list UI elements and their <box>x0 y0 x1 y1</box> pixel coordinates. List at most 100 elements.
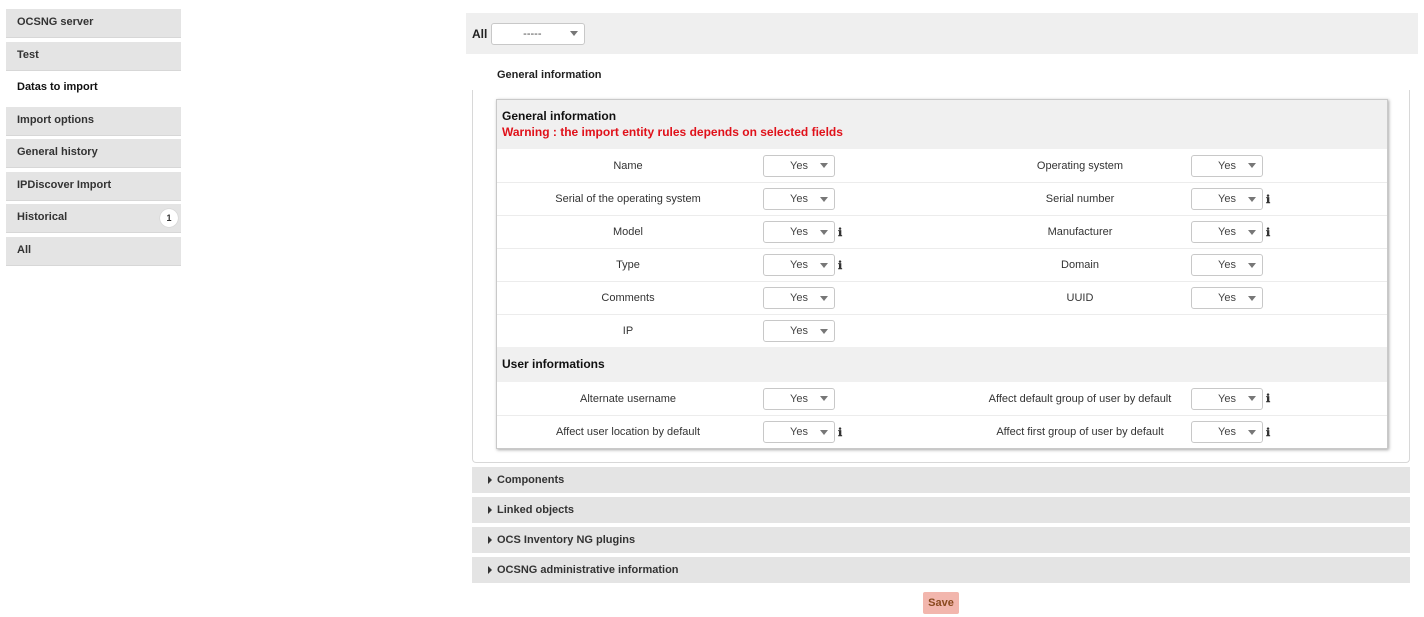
save-button[interactable]: Save <box>923 592 959 614</box>
field-label-model: Model <box>613 226 643 238</box>
field-label-operating-system: Operating system <box>1036 159 1124 172</box>
select-value: Yes <box>1218 226 1236 238</box>
sidebar-item-ipdiscover-import[interactable]: IPDiscover Import <box>6 171 181 201</box>
chevron-down-icon <box>820 295 828 301</box>
user-location-select[interactable]: Yes <box>763 421 835 443</box>
caret-right-icon <box>488 476 492 484</box>
select-value: Yes <box>790 193 808 205</box>
serial-number-select[interactable]: Yes <box>1191 188 1263 210</box>
field-label-first-group: Affect first group of user by default <box>996 426 1164 438</box>
chevron-down-icon <box>1248 295 1256 301</box>
general-information-header: General information Warning : the import… <box>497 100 1387 149</box>
table-row: Affect user location by default Yes ℹ Aff… <box>497 415 1387 448</box>
all-select[interactable]: ----- <box>491 22 586 45</box>
select-value: ----- <box>523 27 542 40</box>
alternate-username-select[interactable]: Yes <box>763 387 835 410</box>
field-label-manufacturer: Manufacturer <box>1047 226 1113 238</box>
table-row: Model Yes ℹ Manufacturer Yes ℹ <box>497 215 1387 248</box>
select-value: Yes <box>1218 392 1236 405</box>
chevron-down-icon <box>1248 262 1256 268</box>
info-icon[interactable]: ℹ <box>838 426 842 439</box>
type-select[interactable]: Yes <box>763 254 835 276</box>
sidebar-item-import-options[interactable]: Import options <box>6 106 181 136</box>
info-icon[interactable]: ℹ <box>838 259 842 272</box>
general-information-title: General information <box>502 109 617 123</box>
field-label-domain: Domain <box>1061 259 1099 271</box>
uuid-select[interactable]: Yes <box>1191 287 1263 309</box>
chevron-down-icon <box>570 31 579 36</box>
select-value: Yes <box>790 226 808 238</box>
caret-right-icon <box>488 566 492 574</box>
table-row: Serial of the operating system Yes Seria… <box>497 182 1387 215</box>
sidebar-item-all[interactable]: All <box>6 236 181 266</box>
linked-objects-section-toggle[interactable]: Linked objects <box>472 497 1410 523</box>
chevron-down-icon <box>1248 396 1256 401</box>
table-row: Comments Yes UUID Yes <box>497 281 1387 314</box>
select-value: Yes <box>1218 292 1236 304</box>
sidebar-item-ocsng-server[interactable]: OCSNG server <box>6 9 181 38</box>
ip-select[interactable]: Yes <box>763 320 835 342</box>
sidebar-item-label: Datas to import <box>17 81 98 93</box>
info-icon[interactable]: ℹ <box>838 226 842 239</box>
admin-info-section-toggle[interactable]: OCSNG administrative information <box>472 557 1410 583</box>
fields-table: General information Warning : the import… <box>496 99 1388 449</box>
field-label-serial-number: Serial number <box>1045 193 1115 205</box>
table-row: Type Yes ℹ Domain Yes <box>497 248 1387 281</box>
default-group-select[interactable]: Yes <box>1191 387 1263 410</box>
select-value: Yes <box>790 292 808 304</box>
section-label: Components <box>497 474 565 486</box>
field-label-user-location: Affect user location by default <box>555 426 701 438</box>
chevron-down-icon <box>1248 429 1256 435</box>
sidebar-item-label: All <box>17 243 32 256</box>
sidebar-item-label: Import options <box>17 113 94 126</box>
section-title: General information <box>497 69 602 81</box>
select-value: Yes <box>1218 193 1236 205</box>
domain-select[interactable]: Yes <box>1191 254 1263 276</box>
chevron-down-icon <box>1248 163 1256 168</box>
user-informations-header: User informations <box>497 347 1387 382</box>
os-serial-select[interactable]: Yes <box>763 188 835 210</box>
chevron-down-icon <box>1248 196 1256 202</box>
count-badge: 1 <box>160 209 178 227</box>
field-label-comments: Comments <box>601 292 655 304</box>
components-section-toggle[interactable]: Components <box>472 467 1410 493</box>
sidebar-item-datas-to-import[interactable]: Datas to import <box>6 74 181 103</box>
select-value: Yes <box>790 392 808 405</box>
sidebar-item-label: IPDiscover Import <box>17 178 112 191</box>
chevron-down-icon <box>820 262 828 268</box>
all-label: All <box>472 26 488 41</box>
comments-select[interactable]: Yes <box>763 287 835 309</box>
select-value: Yes <box>790 325 808 337</box>
field-label-type: Type <box>616 259 640 271</box>
sidebar-item-test[interactable]: Test <box>6 41 181 71</box>
chevron-down-icon <box>820 429 828 435</box>
manufacturer-select[interactable]: Yes <box>1191 221 1263 243</box>
chevron-down-icon <box>1248 229 1256 235</box>
sidebar-item-general-history[interactable]: General history <box>6 139 181 168</box>
general-information-panel: General information Warning : the import… <box>472 90 1410 463</box>
section-label: OCS Inventory NG plugins <box>497 534 636 546</box>
sidebar-item-label: OCSNG server <box>17 16 94 28</box>
select-value: Yes <box>1218 259 1236 271</box>
select-value: Yes <box>790 426 808 438</box>
operating-system-select[interactable]: Yes <box>1191 154 1263 177</box>
main-panel: All ----- General information General in… <box>466 13 1418 583</box>
plugins-section-toggle[interactable]: OCS Inventory NG plugins <box>472 527 1410 553</box>
model-select[interactable]: Yes <box>763 221 835 243</box>
field-label-os-serial: Serial of the operating system <box>555 193 701 205</box>
sidebar-item-label: Historical <box>17 211 68 223</box>
field-label-uuid: UUID <box>1066 292 1094 304</box>
info-icon[interactable]: ℹ <box>1266 226 1270 239</box>
first-group-select[interactable]: Yes <box>1191 421 1263 443</box>
info-icon[interactable]: ℹ <box>1266 193 1270 206</box>
caret-right-icon <box>488 536 492 544</box>
info-icon[interactable]: ℹ <box>1266 392 1270 405</box>
info-icon[interactable]: ℹ <box>1266 426 1270 439</box>
caret-right-icon <box>488 506 492 514</box>
section-label: Linked objects <box>497 504 575 516</box>
select-value: Yes <box>1218 159 1236 172</box>
sidebar-item-historical[interactable]: Historical 1 <box>6 204 181 233</box>
section-label: OCSNG administrative information <box>497 564 679 576</box>
field-label-default-group: Affect default group of user by default <box>988 392 1172 405</box>
name-select[interactable]: Yes <box>763 154 835 177</box>
